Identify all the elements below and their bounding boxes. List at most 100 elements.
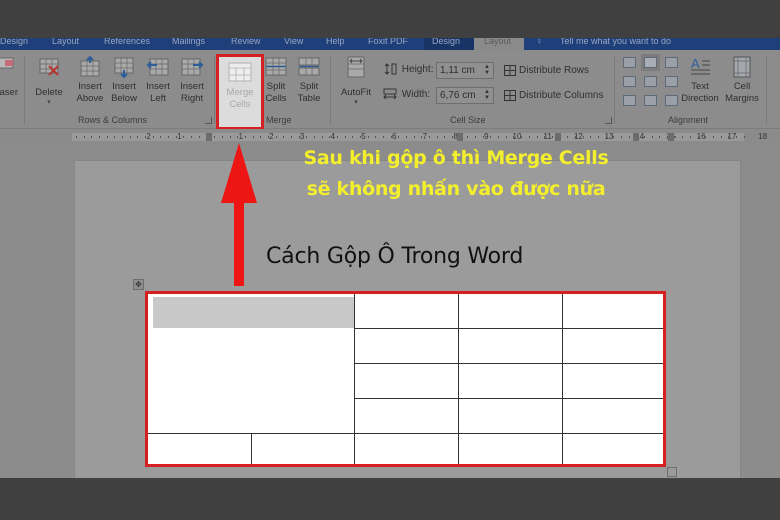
- ruler-tick: [421, 136, 423, 138]
- height-input[interactable]: 1,11 cm ▲ ▼: [436, 62, 494, 79]
- group-label-cell-size: Cell Size: [450, 115, 486, 125]
- align-middle-right[interactable]: [665, 76, 678, 87]
- tab-mailings[interactable]: Mailings: [172, 38, 212, 50]
- align-top-center[interactable]: [641, 54, 660, 71]
- height-row: Height:: [383, 63, 433, 81]
- delete-table-icon: [39, 58, 59, 76]
- spin-arrows-icon[interactable]: ▲ ▼: [484, 64, 490, 76]
- ruler-tick: [490, 136, 492, 138]
- ruler-tick: [290, 136, 292, 138]
- ruler-tick: [252, 136, 254, 138]
- ruler-number: 18: [758, 132, 768, 141]
- tab-table-design[interactable]: Design: [424, 38, 474, 50]
- horizontal-ruler[interactable]: 2112345678910111213141516171819: [72, 132, 767, 141]
- ruler-tick: [344, 136, 346, 138]
- ruler-tick: [129, 136, 131, 138]
- split-cells-icon: [265, 57, 287, 76]
- ruler-tick: [352, 136, 354, 138]
- group-label-rows-columns: Rows & Columns: [78, 115, 148, 125]
- insert-above-icon: [80, 56, 100, 77]
- ruler-tick: [175, 136, 177, 138]
- tab-view[interactable]: View: [284, 38, 310, 50]
- align-bottom-right[interactable]: [665, 95, 678, 106]
- group-separator: [214, 56, 215, 124]
- text-direction-button[interactable]: A Text Direction: [680, 56, 720, 112]
- distribute-rows-button[interactable]: Distribute Rows: [504, 65, 589, 76]
- ruler-tick: [260, 136, 262, 138]
- tab-review[interactable]: Review: [231, 38, 265, 50]
- align-top-left[interactable]: [623, 57, 636, 68]
- ruler-tick: [728, 136, 730, 138]
- insert-right-icon: [181, 58, 203, 76]
- align-bottom-center[interactable]: [644, 95, 657, 106]
- tab-layout[interactable]: Layout: [52, 38, 92, 50]
- merge-cells-button[interactable]: Merge Cells: [216, 54, 264, 130]
- merge-cells-icon: [228, 62, 252, 82]
- ruler-tick: [367, 136, 369, 138]
- align-top-right[interactable]: [665, 57, 678, 68]
- insert-above-button[interactable]: Insert Above: [72, 56, 108, 112]
- table-gridline: [354, 328, 663, 329]
- insert-left-button[interactable]: Insert Left: [140, 56, 176, 112]
- insert-below-icon: [114, 57, 134, 78]
- ruler-column-marker[interactable]: [633, 133, 639, 141]
- tell-me-search[interactable]: Tell me what you want to do: [560, 38, 700, 50]
- ruler-tick: [168, 136, 170, 138]
- ruler-tick: [605, 136, 607, 138]
- callout-line-1: Sau khi gộp ô thì Merge Cells: [303, 147, 609, 169]
- table-move-handle-icon[interactable]: ✥: [133, 279, 144, 290]
- insert-below-button[interactable]: Insert Below: [106, 56, 142, 112]
- distribute-columns-button[interactable]: Distribute Columns: [504, 90, 603, 101]
- ruler-column-marker[interactable]: [667, 133, 674, 141]
- autofit-icon: [347, 56, 365, 78]
- ruler-tick: [275, 136, 277, 138]
- align-middle-center[interactable]: [644, 76, 657, 87]
- align-middle-left[interactable]: [623, 76, 636, 87]
- width-input[interactable]: 6,76 cm ▲ ▼: [436, 87, 494, 104]
- distribute-columns-icon: [504, 90, 516, 101]
- spin-arrows-icon[interactable]: ▲ ▼: [484, 89, 490, 101]
- ruler-tick: [536, 136, 538, 138]
- rows-columns-dialog-launcher[interactable]: [205, 117, 212, 124]
- ruler-column-marker[interactable]: [457, 133, 463, 141]
- ruler-tick: [521, 136, 523, 138]
- ruler-tick: [321, 136, 323, 138]
- ruler-column-marker[interactable]: [555, 133, 561, 141]
- delete-button[interactable]: Delete ▾: [31, 56, 67, 112]
- word-table[interactable]: [145, 291, 666, 467]
- ruler-tick: [267, 136, 269, 138]
- tab-references[interactable]: References: [104, 38, 154, 50]
- split-table-icon: [298, 57, 320, 76]
- ruler-tick: [674, 136, 676, 138]
- row-height-icon: [384, 63, 397, 75]
- ruler-tick: [237, 136, 239, 138]
- ruler-number: 4: [330, 132, 336, 141]
- cell-margins-button[interactable]: Cell Margins: [722, 56, 762, 112]
- lightbulb-icon: ♀: [536, 38, 543, 46]
- group-label-alignment: Alignment: [668, 115, 709, 125]
- tab-table-layout[interactable]: Layout: [474, 38, 524, 50]
- ruler-number: 9: [484, 132, 489, 141]
- ruler-tick: [152, 136, 154, 138]
- tab-foxit-pdf[interactable]: Foxit PDF: [368, 38, 414, 50]
- word-window: Design Layout References Mailings Review…: [0, 0, 780, 520]
- ruler-tick: [413, 136, 415, 138]
- ruler-tick: [298, 136, 300, 138]
- ruler-tick: [183, 136, 185, 138]
- autofit-button[interactable]: AutoFit ▾: [338, 56, 374, 112]
- split-table-button[interactable]: Split Table: [291, 56, 327, 112]
- ruler-column-marker[interactable]: [206, 133, 212, 141]
- ruler-tick: [429, 136, 431, 138]
- ruler-tick: [336, 136, 338, 138]
- cell-size-dialog-launcher[interactable]: [605, 117, 612, 124]
- ruler-number: 2: [146, 132, 151, 141]
- table-resize-handle-icon[interactable]: [667, 467, 677, 477]
- align-bottom-left[interactable]: [623, 95, 636, 106]
- ruler-number: 3: [299, 132, 305, 141]
- insert-right-button[interactable]: Insert Right: [174, 56, 210, 112]
- ruler-tick: [221, 136, 223, 138]
- tab-help[interactable]: Help: [326, 38, 352, 50]
- eraser-button[interactable]: Eraser: [0, 56, 22, 112]
- tab-table-design-left[interactable]: Design: [0, 38, 38, 50]
- annotation-arrow-head: [221, 143, 257, 203]
